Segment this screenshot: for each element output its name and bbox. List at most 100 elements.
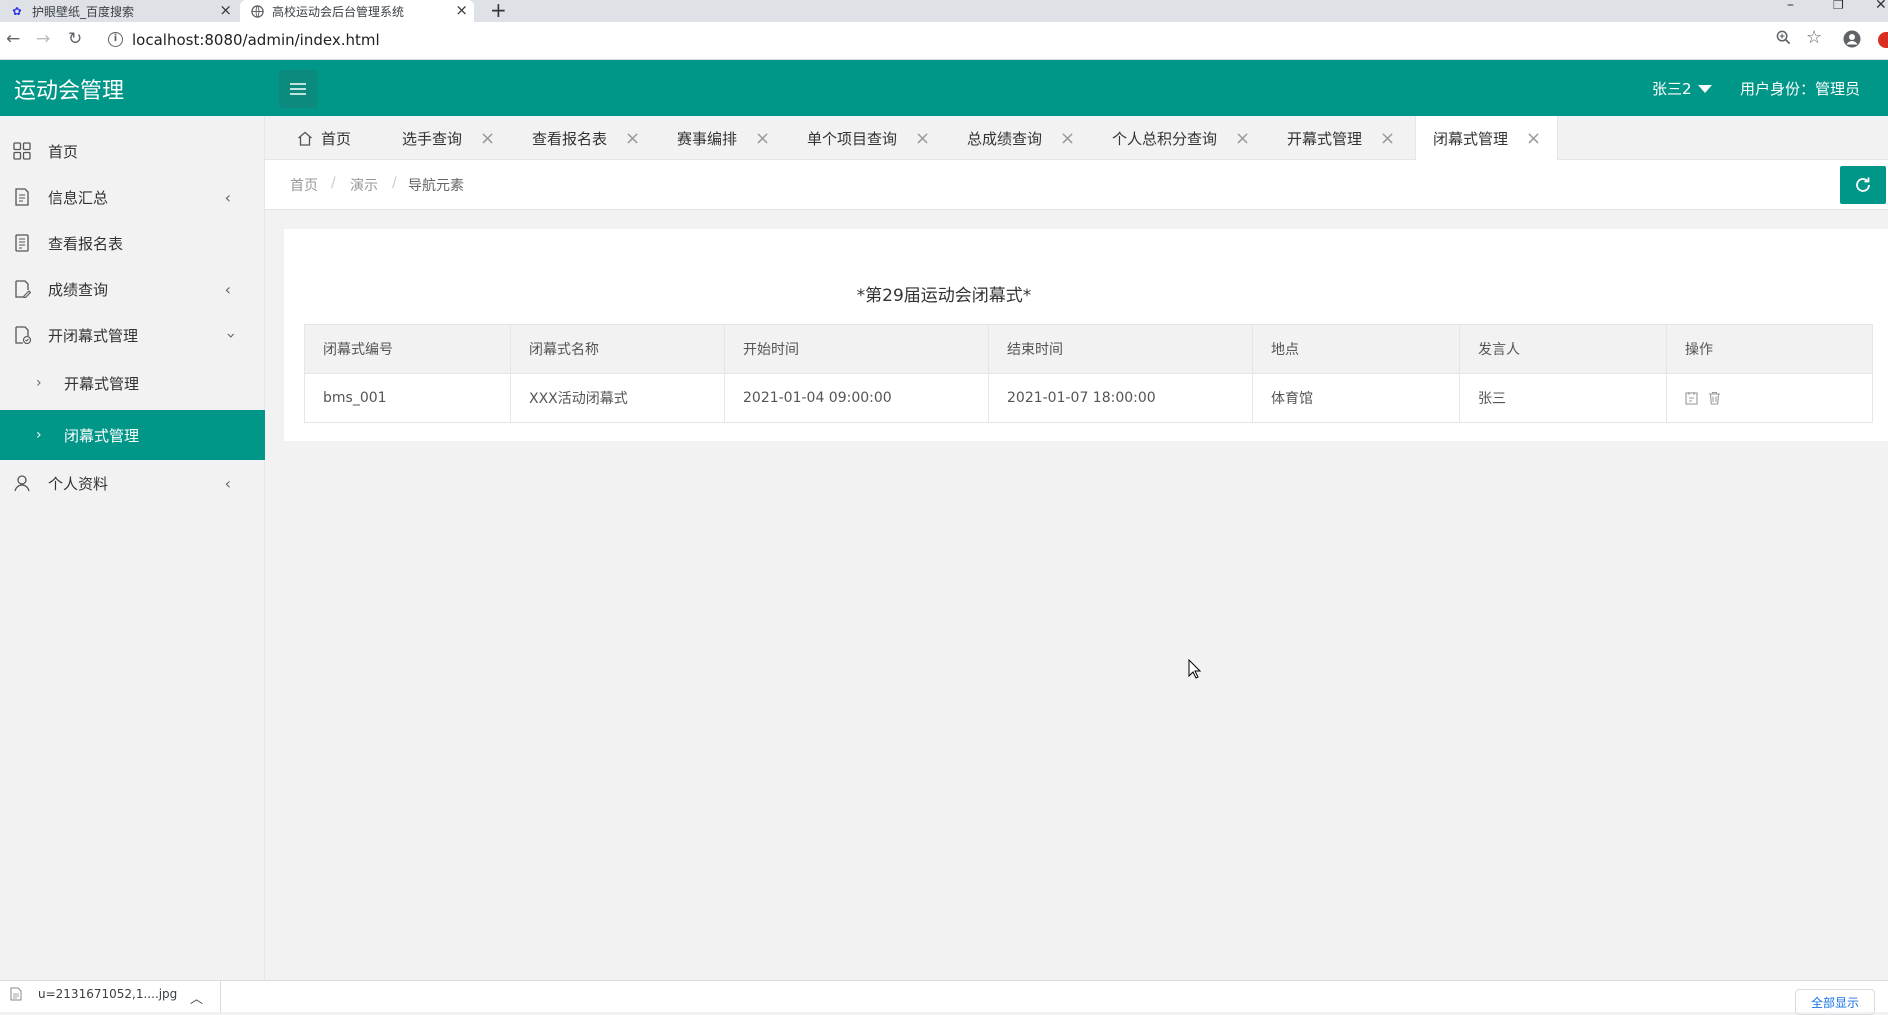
browser-tab-baidu[interactable]: ✿ 护眼壁纸_百度搜索 × (0, 0, 238, 22)
sidebar-item-label: 开闭幕式管理 (48, 326, 139, 345)
sidebar-item-closing-ceremony[interactable]: › 闭幕式管理 (0, 410, 265, 460)
tab-home[interactable]: 首页 (297, 116, 351, 160)
breadcrumb-item[interactable]: 演示 (350, 175, 378, 195)
tab-registrations[interactable]: 查看报名表 × (532, 116, 640, 160)
minimize-icon[interactable]: – (1787, 0, 1794, 13)
close-icon[interactable]: × (1526, 128, 1541, 149)
table-row: bms_001 XXX活动闭幕式 2021-01-04 09:00:00 202… (304, 373, 1873, 423)
forward-arrow-icon[interactable]: → (36, 29, 50, 49)
tab-single-event-query[interactable]: 单个项目查询 × (807, 116, 930, 160)
tab-opening-ceremony[interactable]: 开幕式管理 × (1287, 116, 1395, 160)
close-icon[interactable]: × (625, 128, 640, 149)
tab-total-score-query[interactable]: 总成绩查询 × (967, 116, 1075, 160)
address-bar: ← → ↻ i localhost:8080/admin/index.html … (0, 22, 1888, 60)
column-header: 地点 (1252, 324, 1460, 374)
download-bar: u=2131671052,1....jpg ︿ 全部显示 (0, 980, 1888, 1015)
user-role: 用户身份：管理员 (1740, 80, 1861, 98)
chevron-right-icon: › (36, 375, 42, 391)
column-header: 闭幕式名称 (510, 324, 725, 374)
chevron-left-icon: ‹ (224, 279, 231, 299)
baidu-paw-icon: ✿ (12, 4, 22, 18)
profile-icon[interactable] (1843, 30, 1861, 52)
restore-icon[interactable]: ❐ (1833, 0, 1844, 12)
column-header: 操作 (1666, 324, 1873, 374)
sidebar-item-opening-ceremony[interactable]: › 开幕式管理 (0, 358, 265, 408)
browser-tabstrip: ✿ 护眼壁纸_百度搜索 × 高校运动会后台管理系统 × + – ❐ ✕ (0, 0, 1888, 22)
reload-icon[interactable]: ↻ (68, 29, 82, 49)
show-all-button[interactable]: 全部显示 (1795, 989, 1875, 1015)
close-icon[interactable]: × (455, 0, 468, 20)
download-item[interactable]: u=2131671052,1....jpg (10, 987, 177, 1001)
app-header: 运动会管理 张三2 用户身份：管理员 (0, 60, 1888, 116)
grid-icon (13, 142, 31, 160)
chevron-left-icon: ‹ (224, 473, 231, 493)
tab-label: 选手查询 (402, 129, 463, 148)
app-title: 运动会管理 (14, 79, 125, 104)
divider (220, 981, 221, 1013)
actions-cell (1666, 373, 1873, 423)
table-header-row: 闭幕式编号 闭幕式名称 开始时间 结束时间 地点 发言人 操作 (304, 324, 1873, 374)
chevron-up-icon[interactable]: ︿ (190, 988, 203, 1007)
document-check-icon (13, 326, 31, 344)
tab-label: 单个项目查询 (807, 129, 898, 148)
browser-tab-admin[interactable]: 高校运动会后台管理系统 × (240, 0, 474, 22)
column-header: 发言人 (1459, 324, 1667, 374)
edit-icon[interactable] (1685, 391, 1698, 405)
sidebar: 首页 信息汇总 ‹ 查看报名表 成绩查询 ‹ 开闭幕式管理 ‹ › 开幕式管理 … (0, 116, 265, 980)
close-icon[interactable]: × (755, 128, 770, 149)
info-icon[interactable]: i (108, 32, 123, 47)
tab-label: 查看报名表 (532, 129, 608, 148)
sidebar-item-label: 查看报名表 (48, 234, 124, 253)
window-close-icon[interactable]: ✕ (1875, 0, 1887, 13)
tab-label: 首页 (321, 129, 352, 148)
close-icon[interactable]: × (480, 128, 495, 149)
tab-player-query[interactable]: 选手查询 × (402, 116, 495, 160)
delete-icon[interactable] (1708, 391, 1721, 405)
tab-closing-ceremony[interactable]: 闭幕式管理 × (1415, 116, 1559, 160)
document-edit-icon (13, 280, 31, 298)
table-cell: bms_001 (304, 373, 511, 423)
hamburger-icon (290, 83, 306, 95)
close-icon[interactable]: × (1235, 128, 1250, 149)
column-header: 结束时间 (988, 324, 1253, 374)
page-tabs: 首页 选手查询 × 查看报名表 × 赛事编排 × 单个项目查询 × 总成绩查询 × 个人总… (265, 116, 1888, 160)
user-name: 张三2 (1652, 80, 1692, 98)
menu-toggle-button[interactable] (279, 70, 317, 108)
browser-tab-title: 高校运动会后台管理系统 (272, 4, 405, 19)
mouse-cursor-icon (1188, 659, 1202, 679)
column-header: 开始时间 (724, 324, 989, 374)
close-icon[interactable]: × (915, 128, 930, 149)
chevron-left-icon: ‹ (224, 187, 231, 207)
extension-badge-icon[interactable] (1878, 32, 1888, 48)
close-icon[interactable]: × (1060, 128, 1075, 149)
new-tab-icon[interactable]: + (490, 0, 507, 22)
tab-schedule[interactable]: 赛事编排 × (677, 116, 770, 160)
breadcrumb-item: 导航元素 (408, 178, 464, 194)
breadcrumb-separator: / (331, 175, 336, 191)
sidebar-item-registrations[interactable]: 查看报名表 (0, 220, 265, 266)
sidebar-item-label: 信息汇总 (48, 188, 109, 207)
back-arrow-icon[interactable]: ← (6, 29, 20, 49)
close-icon[interactable]: × (1380, 128, 1395, 149)
sidebar-item-profile[interactable]: 个人资料 ‹ (0, 460, 265, 506)
breadcrumb-bar: 首页 / 演示 / 导航元素 (265, 160, 1888, 210)
sidebar-item-home[interactable]: 首页 (0, 128, 265, 174)
refresh-button[interactable] (1840, 166, 1886, 204)
sidebar-item-label: 首页 (48, 142, 79, 161)
sidebar-item-label: 开幕式管理 (64, 374, 140, 393)
sidebar-item-scores[interactable]: 成绩查询 ‹ (0, 266, 265, 312)
sidebar-item-info-summary[interactable]: 信息汇总 ‹ (0, 174, 265, 220)
sidebar-item-label: 闭幕式管理 (64, 426, 140, 445)
content-card: *第29届运动会闭幕式* 闭幕式编号 闭幕式名称 开始时间 结束时间 地点 发言… (284, 229, 1888, 441)
close-icon[interactable]: × (219, 0, 232, 20)
tab-label: 个人总积分查询 (1112, 129, 1218, 148)
zoom-icon[interactable] (1776, 30, 1791, 49)
star-icon[interactable]: ☆ (1806, 27, 1822, 48)
user-menu[interactable]: 张三2 (1652, 78, 1712, 99)
tab-personal-points-query[interactable]: 个人总积分查询 × (1112, 116, 1250, 160)
user-icon (13, 474, 31, 492)
url-field[interactable]: localhost:8080/admin/index.html (132, 31, 380, 49)
tab-label: 开幕式管理 (1287, 129, 1363, 148)
breadcrumb-item[interactable]: 首页 (290, 175, 318, 195)
sidebar-item-ceremony-management[interactable]: 开闭幕式管理 ‹ (0, 312, 265, 358)
